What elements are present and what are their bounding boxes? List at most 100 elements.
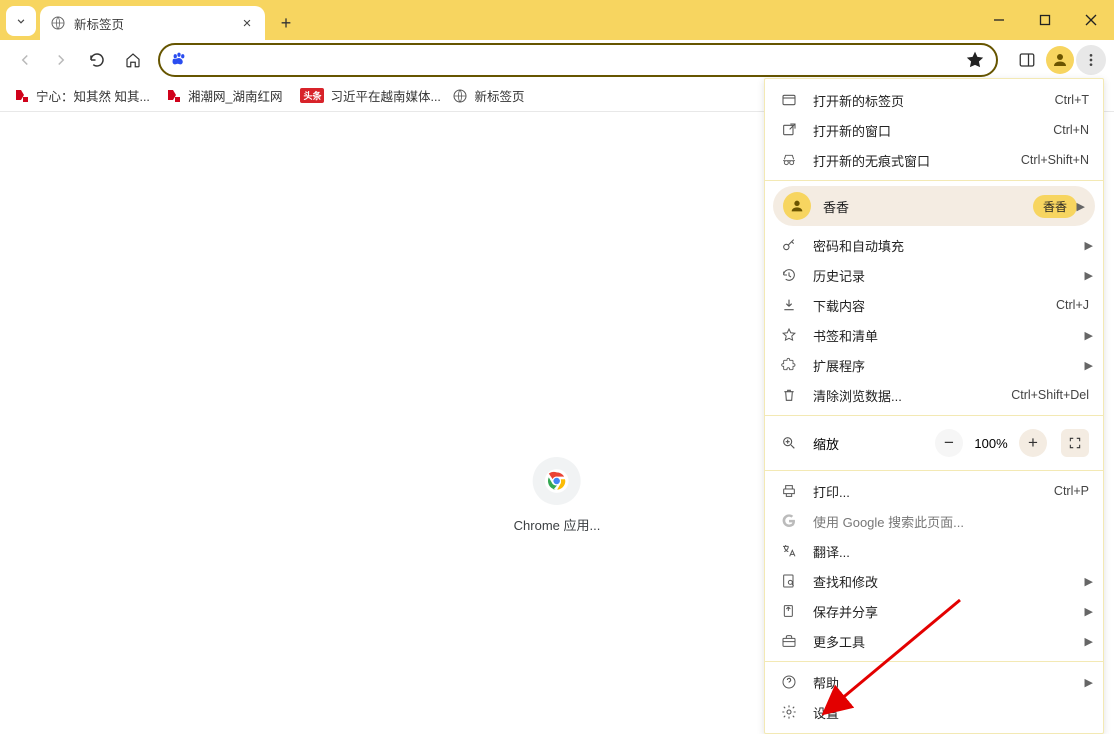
translate-icon	[779, 543, 799, 559]
chevron-right-icon: ▶	[1085, 635, 1093, 648]
menu-shortcut: Ctrl+Shift+Del	[1011, 388, 1089, 402]
trash-icon	[779, 387, 799, 403]
chevron-right-icon: ▶	[1085, 239, 1093, 252]
menu-zoom: 缩放 − 100% +	[765, 421, 1103, 465]
tab-search-button[interactable]	[6, 6, 36, 36]
menu-downloads[interactable]: 下载内容 Ctrl+J	[765, 290, 1103, 320]
menu-label: 使用 Google 搜索此页面...	[813, 512, 1089, 531]
toolbox-icon	[779, 633, 799, 649]
globe-icon	[452, 88, 468, 104]
menu-profile[interactable]: 香香 香香 ▶	[773, 186, 1095, 226]
back-button[interactable]	[8, 43, 42, 77]
menu-label: 清除浏览数据...	[813, 386, 1011, 405]
menu-google-search[interactable]: 使用 Google 搜索此页面...	[765, 506, 1103, 536]
download-icon	[779, 297, 799, 313]
address-bar[interactable]	[158, 43, 998, 77]
new-tab-button[interactable]: +	[272, 9, 300, 37]
site-icon	[166, 88, 182, 104]
bookmark-label: 湘潮网_湖南红网	[188, 86, 282, 105]
zoom-icon	[779, 435, 799, 451]
zoom-in-button[interactable]: +	[1019, 429, 1047, 457]
new-window-icon	[779, 122, 799, 138]
profile-avatar-button[interactable]	[1046, 46, 1074, 74]
menu-print[interactable]: 打印... Ctrl+P	[765, 476, 1103, 506]
menu-new-window[interactable]: 打开新的窗口 Ctrl+N	[765, 115, 1103, 145]
zoom-out-button[interactable]: −	[935, 429, 963, 457]
side-panel-button[interactable]	[1010, 43, 1044, 77]
profile-badge: 香香	[1033, 195, 1077, 218]
menu-new-tab[interactable]: 打开新的标签页 Ctrl+T	[765, 85, 1103, 115]
chevron-right-icon: ▶	[1085, 269, 1093, 282]
reload-button[interactable]	[80, 43, 114, 77]
fullscreen-button[interactable]	[1061, 429, 1089, 457]
menu-label: 下载内容	[813, 296, 1056, 315]
menu-passwords[interactable]: 密码和自动填充 ▶	[765, 230, 1103, 260]
chrome-menu-button[interactable]	[1076, 45, 1106, 75]
close-window-button[interactable]	[1068, 0, 1114, 40]
ntp-shortcut-label: Chrome 应用...	[514, 515, 601, 534]
person-icon	[783, 192, 811, 220]
menu-find-edit[interactable]: 查找和修改 ▶	[765, 566, 1103, 596]
menu-shortcut: Ctrl+N	[1053, 123, 1089, 137]
new-tab-icon	[779, 92, 799, 108]
titlebar: 新标签页 × +	[0, 0, 1114, 40]
bookmark-item[interactable]: 新标签页	[444, 82, 532, 109]
chevron-right-icon: ▶	[1085, 359, 1093, 372]
bookmark-item[interactable]: 头条 习近平在越南媒体...	[292, 82, 442, 109]
chevron-right-icon: ▶	[1085, 605, 1093, 618]
browser-tab[interactable]: 新标签页 ×	[40, 6, 265, 40]
menu-shortcut: Ctrl+T	[1055, 93, 1089, 107]
minimize-button[interactable]	[976, 0, 1022, 40]
history-icon	[779, 267, 799, 283]
menu-extensions[interactable]: 扩展程序 ▶	[765, 350, 1103, 380]
chrome-apps-icon	[533, 457, 581, 505]
site-icon	[14, 88, 30, 104]
window-controls	[976, 0, 1114, 40]
menu-label: 密码和自动填充	[813, 236, 1089, 255]
menu-label: 打开新的窗口	[813, 121, 1053, 140]
help-icon	[779, 674, 799, 690]
baidu-paw-icon	[170, 51, 188, 69]
print-icon	[779, 483, 799, 499]
menu-label: 历史记录	[813, 266, 1089, 285]
chevron-right-icon: ▶	[1085, 575, 1093, 588]
bookmark-star-icon[interactable]	[964, 49, 986, 71]
chevron-right-icon: ▶	[1077, 200, 1085, 213]
close-tab-button[interactable]: ×	[239, 15, 255, 31]
zoom-label: 缩放	[813, 434, 935, 453]
tab-title: 新标签页	[74, 14, 239, 33]
menu-more-tools[interactable]: 更多工具 ▶	[765, 626, 1103, 656]
bookmark-item[interactable]: 湘潮网_湖南红网	[158, 82, 290, 109]
menu-settings[interactable]: 设置	[765, 697, 1103, 727]
menu-translate[interactable]: 翻译...	[765, 536, 1103, 566]
chevron-right-icon: ▶	[1085, 329, 1093, 342]
menu-save-share[interactable]: 保存并分享 ▶	[765, 596, 1103, 626]
home-button[interactable]	[116, 43, 150, 77]
google-icon	[779, 513, 799, 529]
menu-label: 更多工具	[813, 632, 1089, 651]
menu-label: 书签和清单	[813, 326, 1089, 345]
menu-incognito[interactable]: 打开新的无痕式窗口 Ctrl+Shift+N	[765, 145, 1103, 175]
menu-clear-data[interactable]: 清除浏览数据... Ctrl+Shift+Del	[765, 380, 1103, 410]
bookmark-item[interactable]: 宁心：知其然 知其...	[6, 82, 156, 109]
ntp-shortcut[interactable]: Chrome 应用...	[514, 457, 601, 534]
toolbar	[0, 40, 1114, 80]
forward-button[interactable]	[44, 43, 78, 77]
bookmark-label: 新标签页	[474, 86, 524, 105]
menu-help[interactable]: 帮助 ▶	[765, 667, 1103, 697]
zoom-value: 100%	[963, 436, 1019, 451]
bookmark-label: 习近平在越南媒体...	[330, 86, 440, 105]
share-icon	[779, 603, 799, 619]
globe-icon	[50, 15, 66, 31]
address-input[interactable]	[196, 52, 956, 68]
menu-label: 打印...	[813, 482, 1054, 501]
menu-bookmarks[interactable]: 书签和清单 ▶	[765, 320, 1103, 350]
menu-history[interactable]: 历史记录 ▶	[765, 260, 1103, 290]
incognito-icon	[779, 152, 799, 168]
find-icon	[779, 573, 799, 589]
menu-label: 打开新的无痕式窗口	[813, 151, 1021, 170]
bookmark-label: 宁心：知其然 知其...	[36, 86, 150, 105]
maximize-button[interactable]	[1022, 0, 1068, 40]
gear-icon	[779, 704, 799, 720]
key-icon	[779, 237, 799, 253]
